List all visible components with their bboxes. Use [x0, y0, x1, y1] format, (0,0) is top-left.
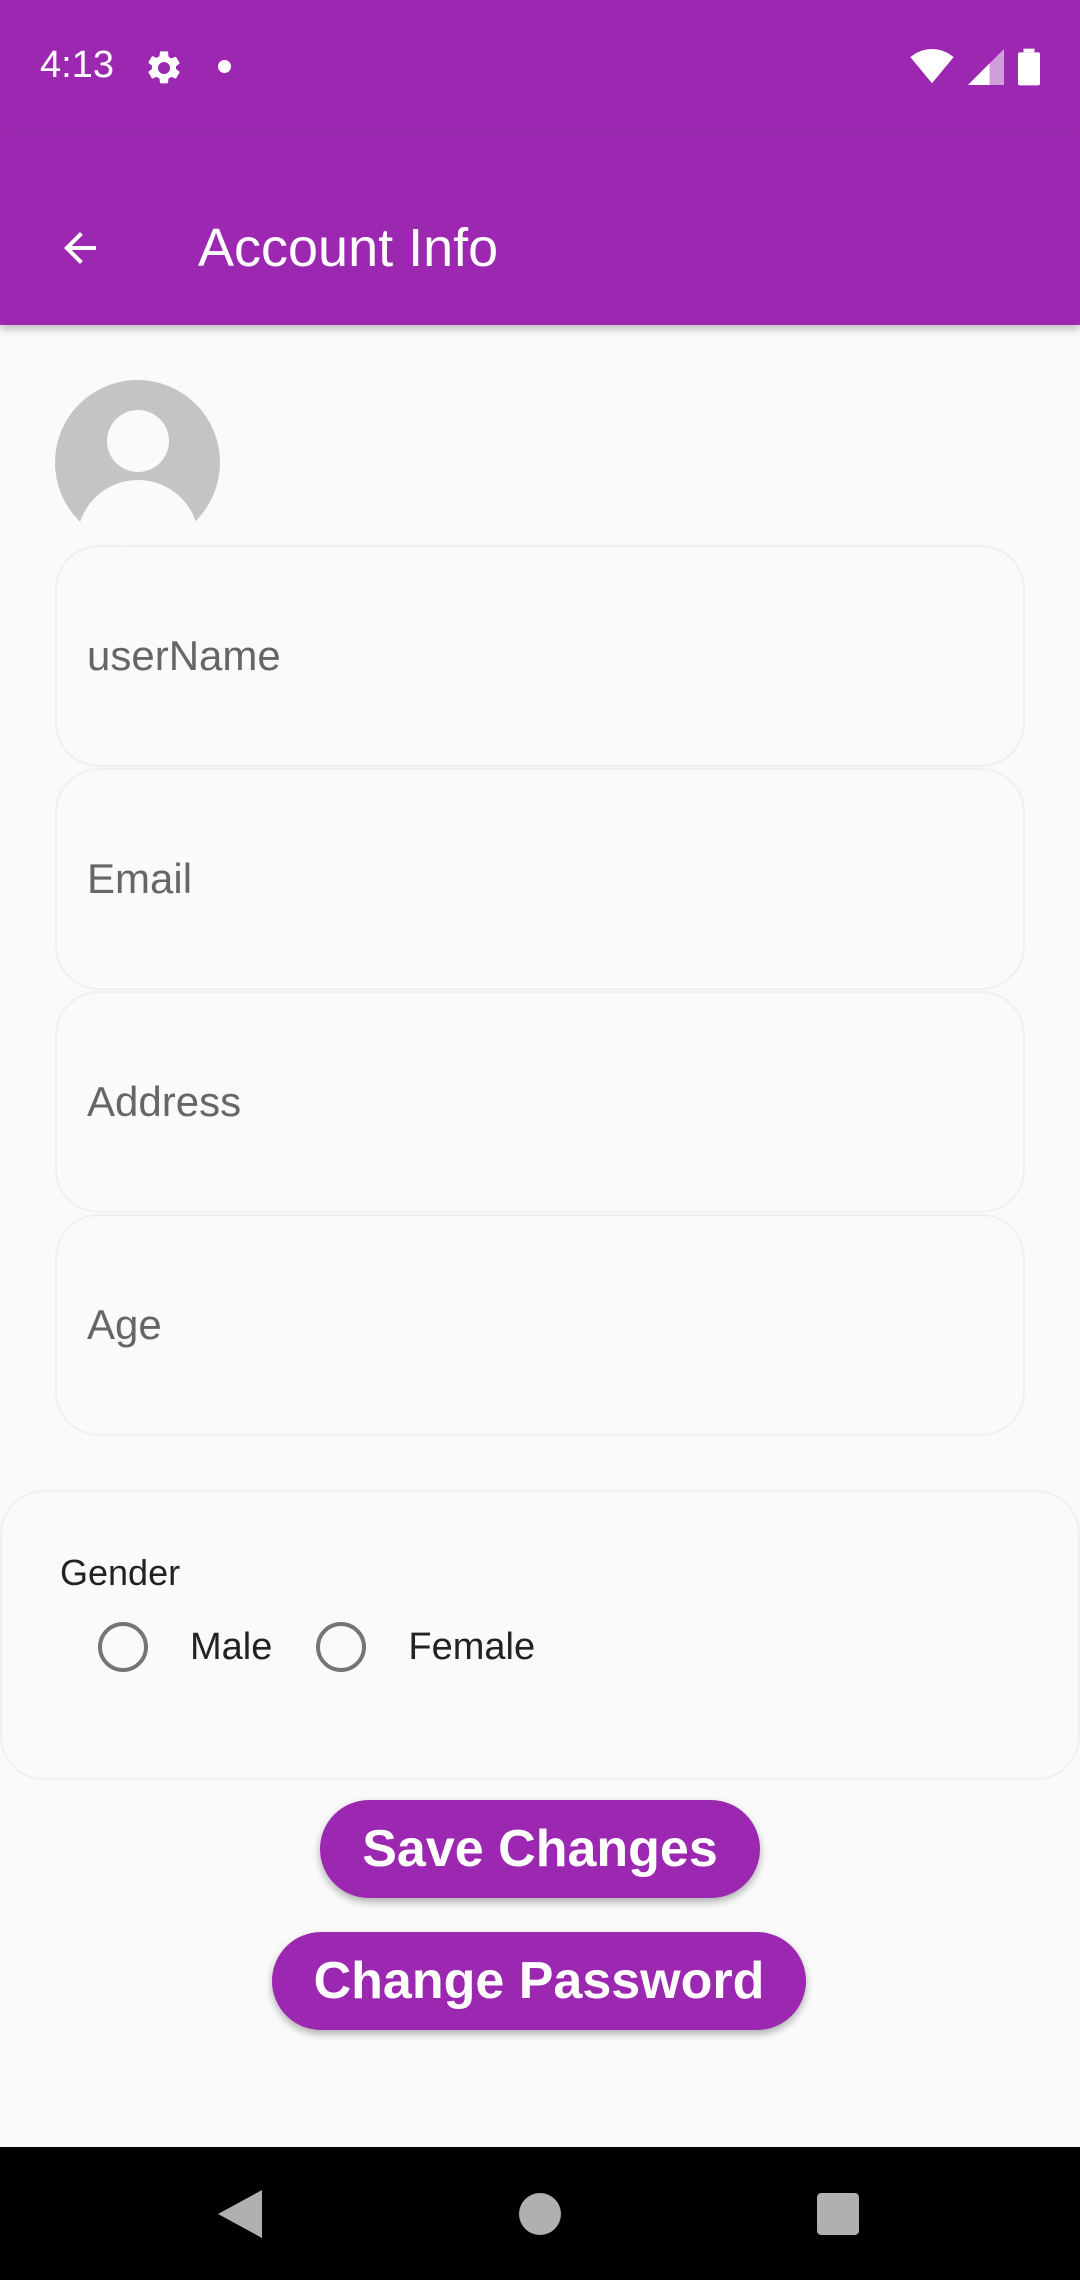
email-field-container — [55, 768, 1025, 990]
status-bar: 4:13 — [0, 0, 1080, 135]
age-field-container — [55, 1214, 1025, 1436]
system-nav-bar — [0, 2147, 1080, 2280]
avatar-body — [77, 480, 199, 545]
page-title: Account Info — [198, 218, 499, 278]
app-bar: Account Info — [0, 135, 1080, 325]
save-changes-button[interactable]: Save Changes — [320, 1800, 760, 1898]
arrow-back-icon — [56, 224, 104, 277]
gender-radio-group: Male Female — [98, 1622, 579, 1672]
status-icons — [910, 48, 1040, 91]
gender-section: Gender Male Female — [0, 1490, 1080, 1780]
battery-icon — [1018, 48, 1040, 91]
change-password-button[interactable]: Change Password — [272, 1932, 806, 2030]
radio-label-male: Male — [190, 1625, 273, 1668]
recents-square-icon[interactable] — [808, 2189, 868, 2239]
gender-option-male[interactable]: Male — [98, 1622, 272, 1672]
signal-icon — [968, 49, 1004, 90]
notification-dot-icon — [218, 60, 231, 73]
address-input[interactable] — [87, 993, 987, 1211]
username-field-container — [55, 545, 1025, 767]
radio-unchecked-icon[interactable] — [98, 1622, 148, 1672]
gear-icon — [144, 48, 184, 88]
person-avatar-icon[interactable] — [55, 380, 220, 545]
back-triangle-icon[interactable] — [210, 2189, 270, 2239]
radio-label-female: Female — [408, 1625, 536, 1668]
username-input[interactable] — [87, 547, 987, 765]
home-circle-icon[interactable] — [510, 2189, 570, 2239]
radio-unchecked-icon[interactable] — [316, 1622, 367, 1672]
address-field-container — [55, 991, 1025, 1213]
gender-option-female[interactable]: Female — [316, 1622, 535, 1672]
gender-label: Gender — [60, 1552, 181, 1593]
age-input[interactable] — [87, 1216, 987, 1434]
wifi-icon — [910, 49, 954, 90]
avatar-head — [107, 410, 169, 472]
back-button[interactable] — [40, 215, 120, 285]
email-input[interactable] — [87, 770, 987, 988]
status-time: 4:13 — [40, 44, 114, 86]
